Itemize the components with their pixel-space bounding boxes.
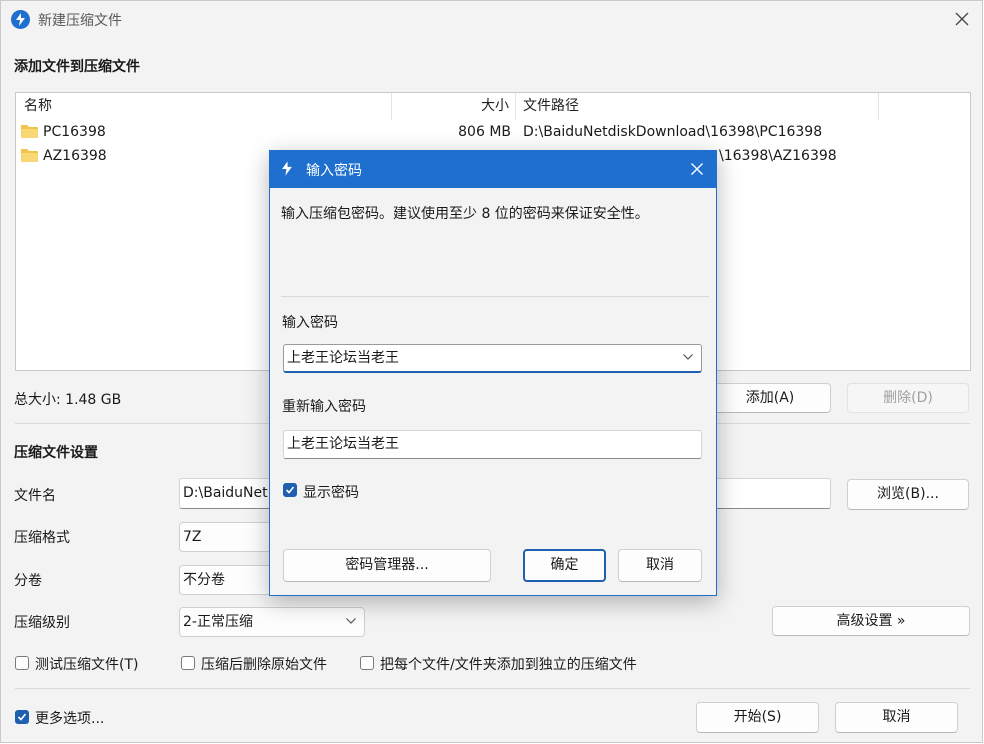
separate-archives-checkbox[interactable] bbox=[360, 656, 374, 670]
ok-button[interactable]: 确定 bbox=[523, 549, 606, 582]
folder-icon bbox=[21, 125, 38, 138]
level-value: 2-正常压缩 bbox=[183, 614, 253, 630]
show-password-checkbox[interactable] bbox=[283, 483, 297, 497]
separate-archives-label[interactable]: 把每个文件/文件夹添加到独立的压缩文件 bbox=[380, 654, 637, 674]
app-logo-icon bbox=[282, 161, 292, 176]
file-path: \16398\AZ16398 bbox=[719, 148, 837, 164]
close-icon[interactable] bbox=[954, 11, 970, 27]
column-header-size[interactable]: 大小 bbox=[481, 93, 509, 120]
column-header-path[interactable]: 文件路径 bbox=[523, 93, 579, 120]
cancel-button[interactable]: 取消 bbox=[835, 702, 958, 733]
list-item[interactable]: PC16398 806 MB D:\BaiduNetdiskDownload\1… bbox=[16, 120, 970, 144]
more-options-label[interactable]: 更多选项... bbox=[35, 708, 104, 728]
split-label: 分卷 bbox=[14, 573, 42, 589]
format-label: 压缩格式 bbox=[14, 530, 70, 546]
column-divider[interactable] bbox=[515, 93, 516, 120]
column-divider[interactable] bbox=[878, 93, 879, 120]
advanced-settings-button[interactable]: 高级设置 » bbox=[772, 606, 970, 636]
split-value: 不分卷 bbox=[183, 572, 225, 588]
title-bar: 新建压缩文件 bbox=[1, 1, 982, 39]
test-archive-label[interactable]: 测试压缩文件(T) bbox=[35, 654, 138, 674]
confirm-password-label: 重新输入密码 bbox=[282, 399, 366, 415]
settings-heading: 压缩文件设置 bbox=[14, 445, 98, 461]
dialog-title-bar: 输入密码 bbox=[270, 151, 716, 188]
chevron-down-icon bbox=[346, 618, 356, 624]
delete-original-checkbox[interactable] bbox=[181, 656, 195, 670]
file-size: 806 MB bbox=[458, 124, 511, 140]
delete-original-label[interactable]: 压缩后删除原始文件 bbox=[201, 654, 327, 674]
browse-button[interactable]: 浏览(B)... bbox=[847, 479, 969, 510]
file-name: PC16398 bbox=[43, 124, 106, 140]
level-select[interactable]: 2-正常压缩 bbox=[179, 607, 365, 637]
app-logo-icon bbox=[11, 10, 30, 29]
new-archive-window: 新建压缩文件 添加文件到压缩文件 名称 大小 文件路径 PC16398 806 … bbox=[0, 0, 983, 743]
filename-label: 文件名 bbox=[14, 488, 56, 504]
folder-icon bbox=[21, 149, 38, 162]
more-options-checkbox[interactable] bbox=[15, 710, 29, 724]
add-files-heading: 添加文件到压缩文件 bbox=[14, 59, 140, 75]
column-header-name[interactable]: 名称 bbox=[24, 93, 52, 120]
chevron-down-icon[interactable] bbox=[683, 354, 693, 360]
remove-button[interactable]: 删除(D) bbox=[847, 383, 969, 413]
window-title: 新建压缩文件 bbox=[38, 13, 122, 29]
column-divider[interactable] bbox=[391, 93, 392, 120]
password-label: 输入密码 bbox=[282, 315, 338, 331]
password-value: 上老王论坛当老王 bbox=[287, 350, 399, 366]
show-password-label[interactable]: 显示密码 bbox=[303, 482, 359, 502]
dialog-cancel-button[interactable]: 取消 bbox=[618, 549, 702, 582]
close-icon[interactable] bbox=[690, 162, 704, 176]
level-label: 压缩级别 bbox=[14, 615, 70, 631]
divider bbox=[15, 688, 970, 689]
test-archive-checkbox[interactable] bbox=[15, 656, 29, 670]
confirm-password-input[interactable]: 上老王论坛当老王 bbox=[283, 430, 702, 459]
start-button[interactable]: 开始(S) bbox=[696, 702, 819, 733]
file-path: D:\BaiduNetdiskDownload\16398\PC16398 bbox=[523, 124, 823, 140]
file-name: AZ16398 bbox=[43, 148, 107, 164]
total-size: 总大小: 1.48 GB bbox=[14, 392, 122, 408]
password-input[interactable]: 上老王论坛当老王 bbox=[283, 344, 702, 373]
password-manager-button[interactable]: 密码管理器... bbox=[283, 549, 491, 582]
dialog-title: 输入密码 bbox=[306, 163, 362, 179]
divider bbox=[281, 296, 709, 297]
format-value: 7Z bbox=[183, 529, 202, 545]
add-button[interactable]: 添加(A) bbox=[709, 383, 831, 413]
dialog-description: 输入压缩包密码。建议使用至少 8 位的密码来保证安全性。 bbox=[281, 206, 649, 222]
password-dialog: 输入密码 输入压缩包密码。建议使用至少 8 位的密码来保证安全性。 输入密码 上… bbox=[269, 150, 717, 596]
